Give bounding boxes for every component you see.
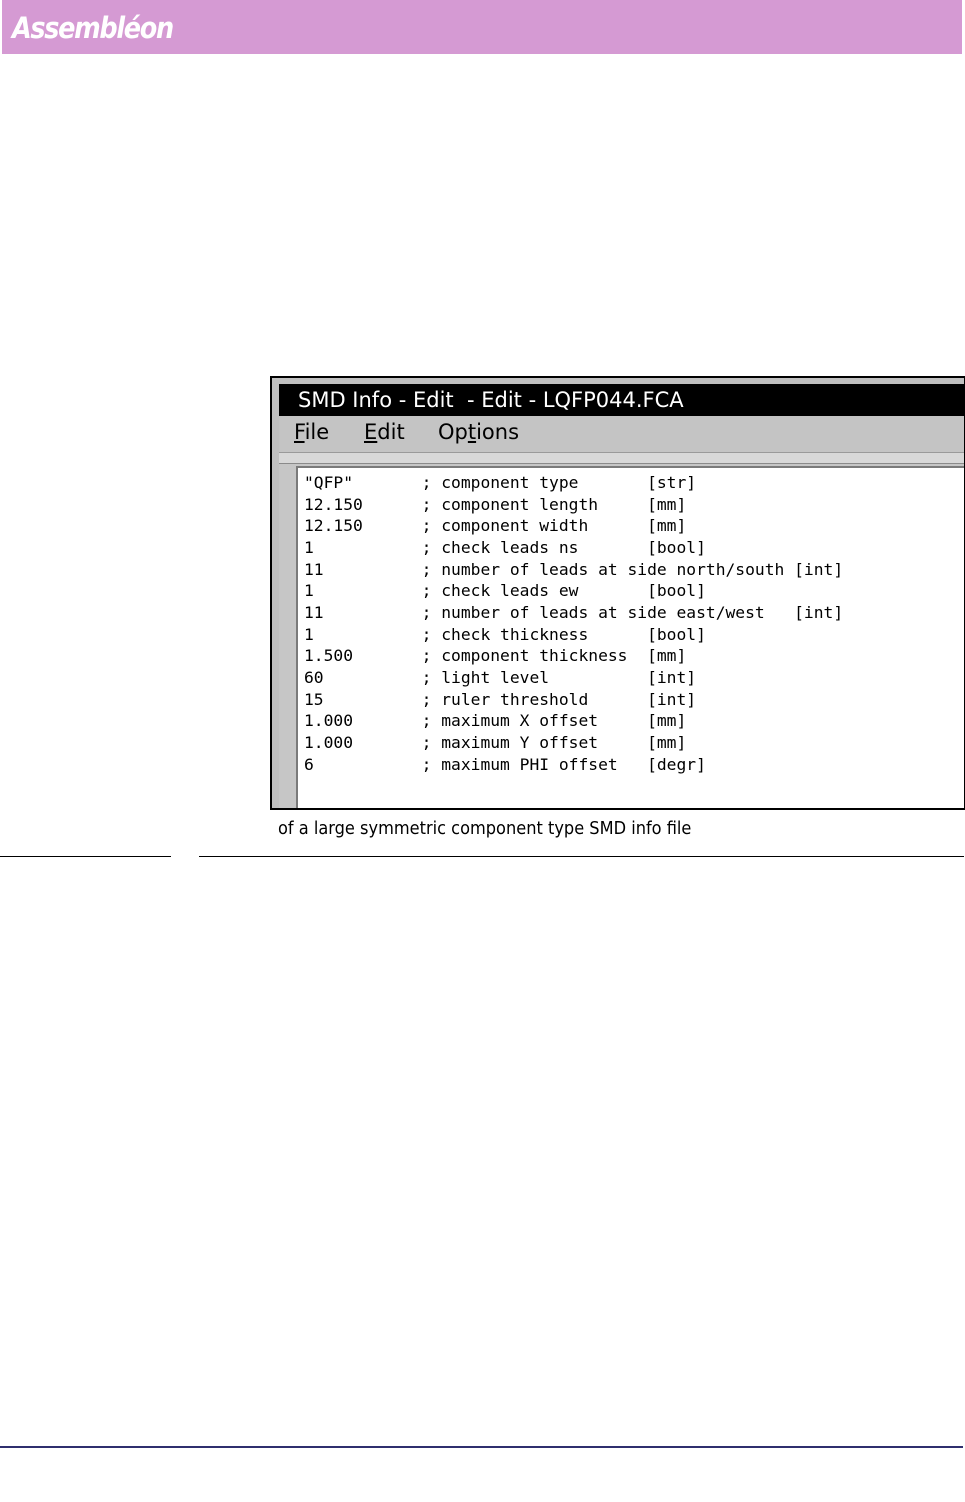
code-line: "QFP" ; component type [str] — [304, 473, 697, 492]
menu-edit-label: dit — [377, 420, 405, 444]
code-line: 1 ; check leads ew [bool] — [304, 581, 706, 600]
menu-bar: File Edit Options — [279, 416, 964, 453]
menu-item-file[interactable]: File — [294, 418, 329, 446]
figure-caption: of a large symmetric component type SMD … — [278, 818, 692, 839]
window-title: SMD Info - Edit - Edit - LQFP044.FCA — [298, 388, 684, 412]
menu-item-edit[interactable]: Edit — [364, 418, 405, 446]
code-line: 12.150 ; component length [mm] — [304, 495, 687, 514]
code-line: 15 ; ruler threshold [int] — [304, 690, 697, 709]
menu-options-accelerator: t — [467, 420, 477, 444]
window-title-bar: SMD Info - Edit - Edit - LQFP044.FCA — [279, 384, 964, 416]
menu-options-label-end: ions — [476, 420, 520, 444]
section-divider-left — [0, 856, 171, 857]
header-band: Assembléon — [2, 0, 962, 54]
brand-logo: Assembléon — [12, 11, 174, 45]
code-line: 11 ; number of leads at side east/west [… — [304, 603, 844, 622]
footer-rule — [0, 1446, 963, 1448]
code-line: 1.000 ; maximum X offset [mm] — [304, 711, 687, 730]
editor-area: "QFP" ; component type [str] 12.150 ; co… — [279, 464, 964, 808]
menu-file-label: ile — [304, 420, 330, 444]
code-line: 1 ; check leads ns [bool] — [304, 538, 706, 557]
menu-file-accelerator: F — [294, 420, 305, 444]
code-line: 1.000 ; maximum Y offset [mm] — [304, 733, 687, 752]
editor-top-border — [279, 453, 964, 464]
code-line: 60 ; light level [int] — [304, 668, 697, 687]
menu-options-label-start: Op — [438, 420, 468, 444]
code-line: 1.500 ; component thickness [mm] — [304, 646, 687, 665]
menu-item-options[interactable]: Options — [438, 418, 519, 446]
code-line: 6 ; maximum PHI offset [degr] — [304, 755, 706, 774]
editor-text-area[interactable]: "QFP" ; component type [str] 12.150 ; co… — [296, 466, 964, 808]
code-line: 12.150 ; component width [mm] — [304, 516, 687, 535]
section-divider-right — [199, 856, 964, 857]
menu-edit-accelerator: E — [364, 420, 378, 444]
code-line: 1 ; check thickness [bool] — [304, 625, 706, 644]
code-line: 11 ; number of leads at side north/south… — [304, 560, 844, 579]
screenshot-figure: SMD Info - Edit - Edit - LQFP044.FCA Fil… — [270, 376, 965, 810]
